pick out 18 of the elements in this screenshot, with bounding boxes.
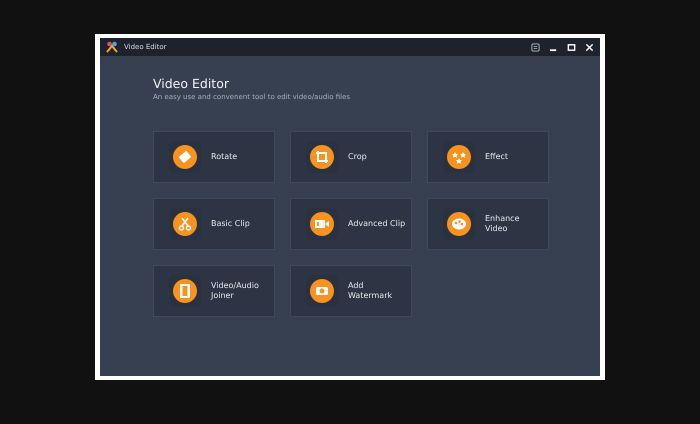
tool-card[interactable]: Enhance Video <box>427 198 549 250</box>
tool-card[interactable]: Rotate <box>153 131 275 183</box>
feedback-icon[interactable] <box>531 42 540 52</box>
crop-icon <box>310 145 334 169</box>
tool-card[interactable]: Add Watermark <box>290 265 412 317</box>
maximize-icon[interactable] <box>567 42 576 52</box>
app-logo-icon <box>106 41 118 53</box>
tool-card[interactable]: Advanced Clip <box>290 198 412 250</box>
palette-icon <box>447 212 471 236</box>
tool-card[interactable]: Effect <box>427 131 549 183</box>
tool-card[interactable]: Video/Audio Joiner <box>153 265 275 317</box>
scissors-icon <box>173 212 197 236</box>
film-camera-icon <box>310 212 334 236</box>
tool-card[interactable]: Crop <box>290 131 412 183</box>
stars-icon <box>447 145 471 169</box>
page-title: Video Editor <box>153 76 230 91</box>
close-icon[interactable] <box>585 42 594 52</box>
tool-card[interactable]: Basic Clip <box>153 198 275 250</box>
